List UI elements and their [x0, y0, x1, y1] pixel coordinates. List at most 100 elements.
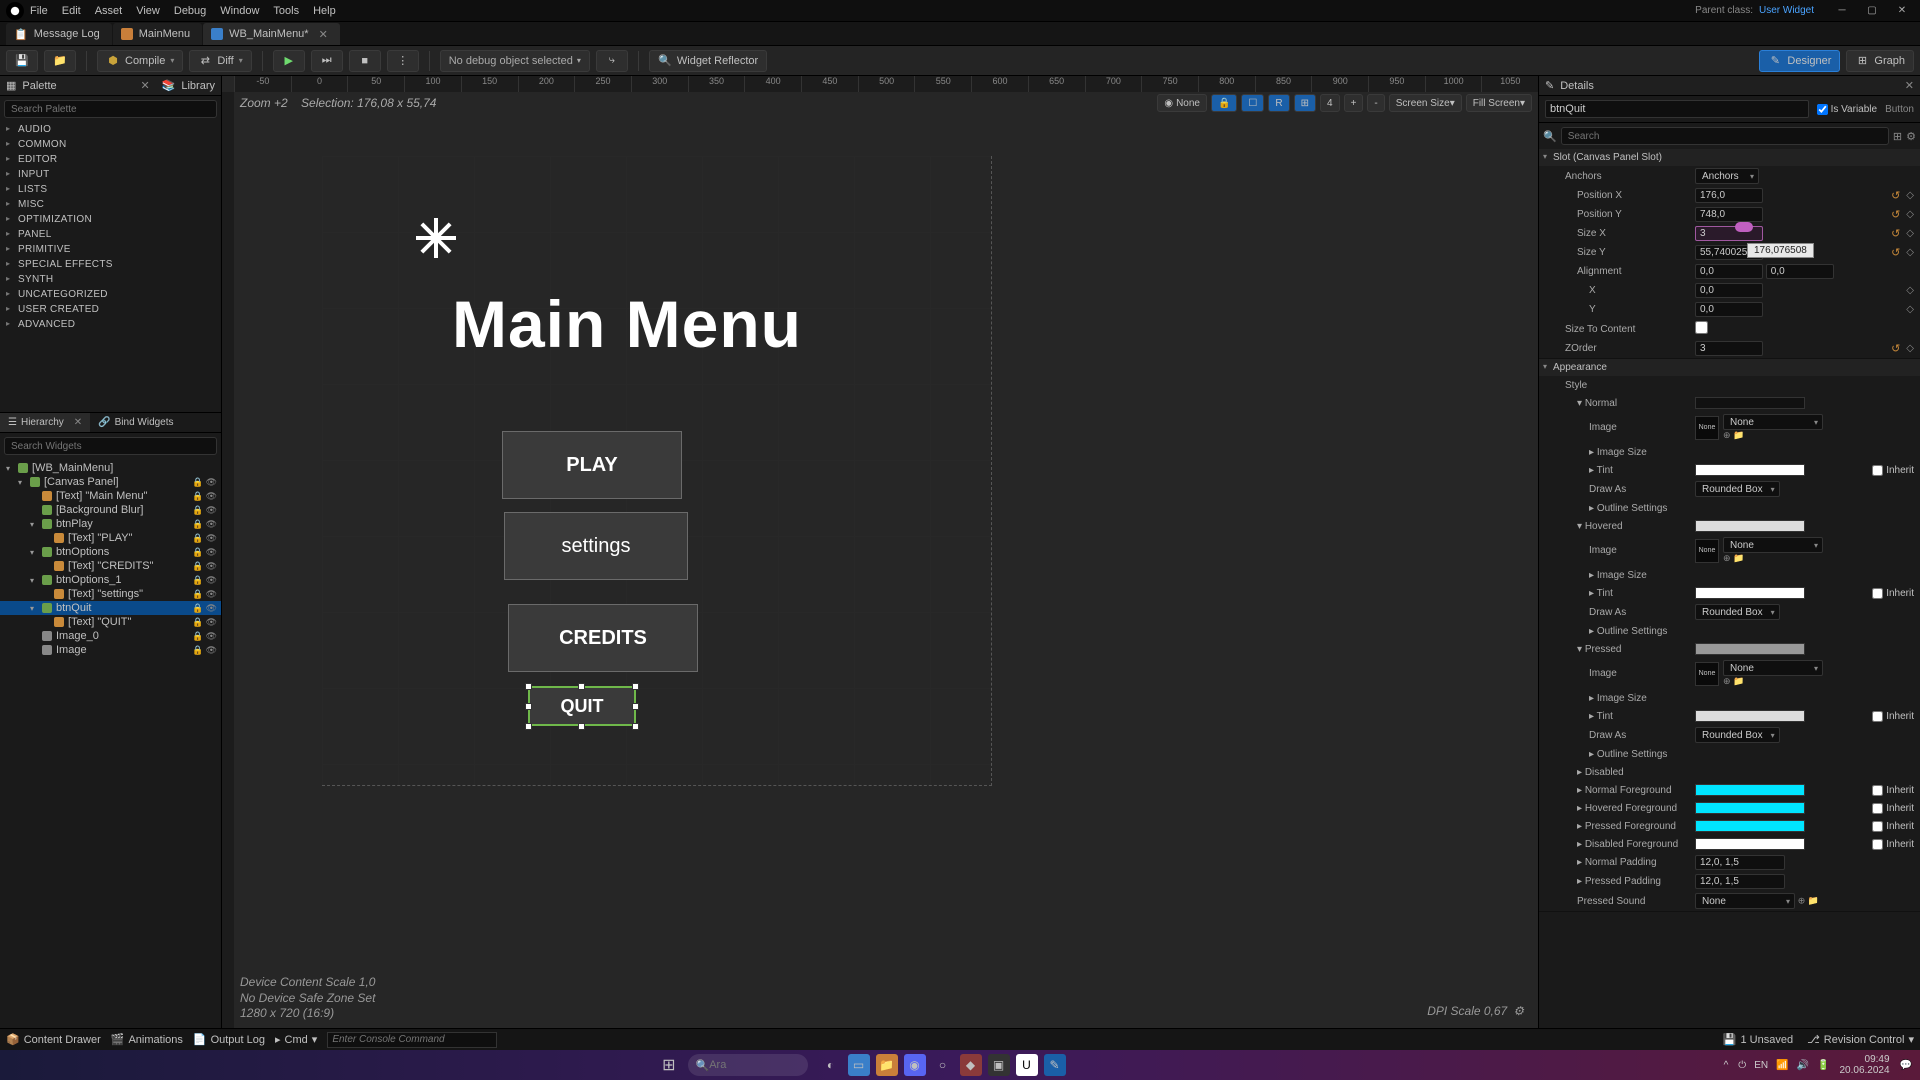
eye-icon[interactable]: 👁: [206, 533, 217, 544]
tint-swatch[interactable]: [1695, 710, 1805, 722]
palette-category[interactable]: MISC: [0, 197, 221, 212]
taskbar-search-input[interactable]: [709, 1059, 789, 1071]
normal-header[interactable]: ▾ Normal: [1559, 398, 1689, 409]
widget-name-input[interactable]: [1545, 100, 1809, 118]
save-button[interactable]: 💾: [6, 50, 38, 72]
menu-window[interactable]: Window: [220, 5, 259, 17]
palette-category[interactable]: COMMON: [0, 137, 221, 152]
snap-value[interactable]: 4: [1320, 94, 1340, 112]
task-icon[interactable]: ▣: [988, 1054, 1010, 1076]
r-button[interactable]: R: [1268, 94, 1289, 112]
image-thumb[interactable]: None: [1695, 416, 1719, 440]
inherit-checkbox[interactable]: [1872, 785, 1883, 796]
lock-icon[interactable]: 🔒: [192, 631, 203, 642]
menu-help[interactable]: Help: [313, 5, 336, 17]
lock-icon[interactable]: 🔒: [192, 519, 203, 530]
bind-icon[interactable]: ◇: [1906, 190, 1914, 201]
content-drawer-button[interactable]: 📦Content Drawer: [6, 1033, 101, 1046]
palette-category[interactable]: SPECIAL EFFECTS: [0, 257, 221, 272]
task-icon[interactable]: ✎: [1044, 1054, 1066, 1076]
drag-handle-icon[interactable]: [1735, 222, 1753, 232]
quit-menu-button[interactable]: QUIT: [528, 686, 636, 726]
eye-icon[interactable]: 👁: [206, 477, 217, 488]
style-label[interactable]: Style: [1559, 380, 1689, 391]
resize-handle[interactable]: [632, 683, 639, 690]
image-dropdown[interactable]: None: [1723, 660, 1823, 676]
pressed-header[interactable]: ▾ Pressed: [1559, 644, 1689, 655]
lock-icon[interactable]: 🔒: [192, 505, 203, 516]
menu-tools[interactable]: Tools: [273, 5, 299, 17]
x-input[interactable]: [1695, 283, 1763, 298]
task-icon[interactable]: U: [1016, 1054, 1038, 1076]
revision-control-button[interactable]: ⎇Revision Control ▾: [1807, 1033, 1914, 1046]
palette-category[interactable]: PANEL: [0, 227, 221, 242]
resize-handle[interactable]: [525, 683, 532, 690]
designer-tab-button[interactable]: ✎Designer: [1759, 50, 1840, 72]
eye-icon[interactable]: 👁: [206, 491, 217, 502]
normal-fg-swatch[interactable]: [1695, 784, 1805, 796]
play-menu-button[interactable]: PLAY: [502, 431, 682, 499]
settings-icon[interactable]: ⚙: [1906, 130, 1916, 143]
tint-label[interactable]: ▸ Tint: [1559, 588, 1689, 599]
pressed-fg-swatch[interactable]: [1695, 820, 1805, 832]
stop-button[interactable]: ■: [349, 50, 381, 72]
disabled-header[interactable]: ▸ Disabled: [1559, 767, 1689, 778]
tree-item[interactable]: [Text] "CREDITS"🔒👁: [0, 559, 221, 573]
slot-section-header[interactable]: Slot (Canvas Panel Slot): [1539, 149, 1920, 166]
eye-icon[interactable]: 👁: [206, 561, 217, 572]
bind-widgets-tab[interactable]: 🔗Bind Widgets: [90, 413, 181, 432]
palette-category[interactable]: EDITOR: [0, 152, 221, 167]
eye-icon[interactable]: 👁: [206, 505, 217, 516]
console-input[interactable]: [327, 1032, 497, 1048]
inherit-checkbox[interactable]: [1872, 839, 1883, 850]
tint-swatch[interactable]: [1695, 587, 1805, 599]
details-search-input[interactable]: [1561, 127, 1889, 145]
taskbar-search[interactable]: 🔍: [688, 1054, 808, 1076]
animations-button[interactable]: 🎬Animations: [111, 1033, 183, 1046]
palette-category[interactable]: ADVANCED: [0, 317, 221, 332]
pressed-fg-label[interactable]: ▸ Pressed Foreground: [1559, 821, 1689, 832]
zoom-in-button[interactable]: +: [1344, 94, 1364, 112]
tree-item[interactable]: [Text] "QUIT"🔒👁: [0, 615, 221, 629]
notifications-icon[interactable]: 💬: [1900, 1060, 1912, 1071]
tab-close-icon[interactable]: ✕: [319, 28, 328, 41]
image-dropdown[interactable]: None: [1723, 414, 1823, 430]
outline-label[interactable]: ▸ Outline Settings: [1559, 503, 1689, 514]
task-icon[interactable]: ◆: [960, 1054, 982, 1076]
inherit-checkbox[interactable]: [1872, 711, 1883, 722]
menu-edit[interactable]: Edit: [62, 5, 81, 17]
fill-screen-dropdown[interactable]: Fill Screen ▾: [1466, 94, 1532, 112]
unsaved-indicator[interactable]: 💾1 Unsaved: [1723, 1033, 1793, 1046]
widget-canvas[interactable]: Main Menu PLAY settings CREDITS QUIT: [322, 156, 992, 786]
image-size-label[interactable]: ▸ Image Size: [1559, 447, 1689, 458]
bind-icon[interactable]: ◇: [1906, 285, 1914, 296]
step-button[interactable]: ⏭: [311, 50, 343, 72]
layout-button[interactable]: ☐: [1241, 94, 1264, 112]
menu-debug[interactable]: Debug: [174, 5, 206, 17]
outline-label[interactable]: ▸ Outline Settings: [1559, 749, 1689, 760]
locate-button[interactable]: ⤷: [596, 50, 628, 72]
menu-file[interactable]: File: [30, 5, 48, 17]
menu-view[interactable]: View: [136, 5, 160, 17]
hierarchy-tab[interactable]: ☰Hierarchy✕: [0, 413, 90, 432]
widget-reflector-button[interactable]: 🔍Widget Reflector: [649, 50, 767, 72]
filter-icon[interactable]: ⊞: [1893, 130, 1902, 143]
tree-item[interactable]: [Text] "Main Menu"🔒👁: [0, 489, 221, 503]
reset-icon[interactable]: ↺: [1891, 208, 1900, 221]
hovered-fg-label[interactable]: ▸ Hovered Foreground: [1559, 803, 1689, 814]
hovered-header[interactable]: ▾ Hovered: [1559, 521, 1689, 532]
eye-icon[interactable]: 👁: [206, 645, 217, 656]
draw-as-dropdown[interactable]: Rounded Box: [1695, 604, 1780, 620]
browse-button[interactable]: 📁: [44, 50, 76, 72]
hierarchy-search-input[interactable]: [4, 437, 217, 455]
maximize-icon[interactable]: ▢: [1858, 2, 1886, 20]
tray-volume-icon[interactable]: 🔊: [1797, 1060, 1809, 1071]
tint-label[interactable]: ▸ Tint: [1559, 711, 1689, 722]
image-size-label[interactable]: ▸ Image Size: [1559, 570, 1689, 581]
tab-message-log[interactable]: 📋 Message Log: [6, 23, 112, 45]
zoom-out-button[interactable]: -: [1367, 94, 1384, 112]
tray-wifi-icon[interactable]: 📶: [1776, 1060, 1788, 1071]
task-icon[interactable]: ▭: [848, 1054, 870, 1076]
inherit-checkbox[interactable]: [1872, 803, 1883, 814]
compile-button[interactable]: ⬢Compile▾: [97, 50, 183, 72]
